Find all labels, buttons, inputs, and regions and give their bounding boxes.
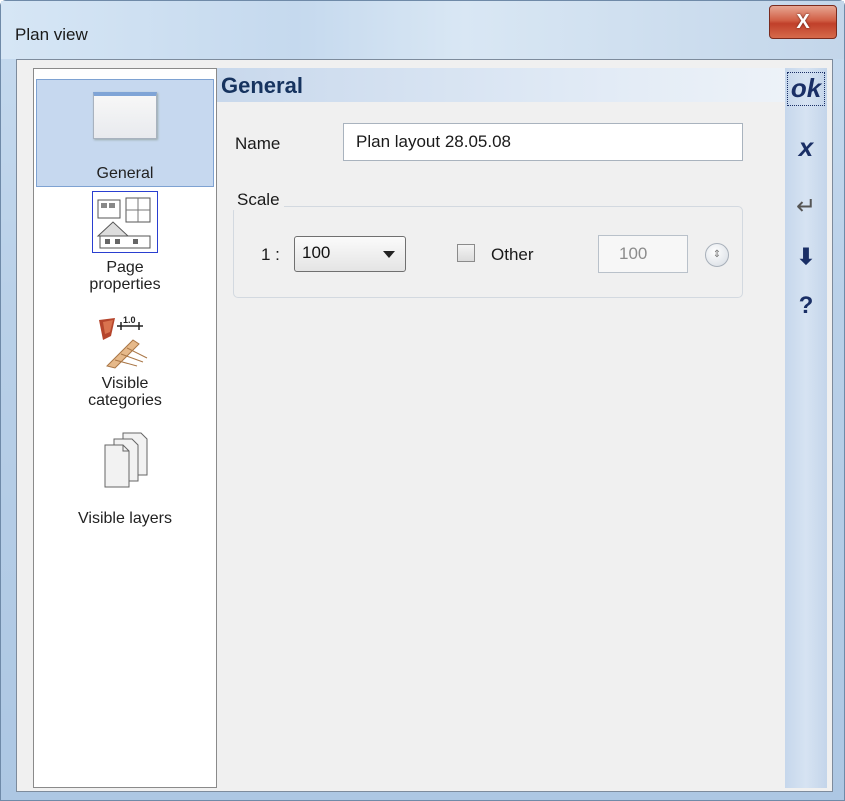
spinner-icon[interactable]: ⇕ (705, 243, 729, 267)
save-icon[interactable]: ⬇ (785, 244, 827, 270)
window-icon (93, 92, 157, 139)
general-panel: General Name Plan layout 28.05.08 Scale … (217, 68, 785, 788)
plan-view-dialog: Plan view X General Page properties 1.0 … (0, 0, 845, 801)
title-bar[interactable]: Plan view X (1, 1, 844, 59)
nav-item-label: Page properties (89, 259, 161, 293)
nav-item-visible-categories[interactable]: 1.0 Visible categories (36, 314, 214, 426)
dialog-client-area: General Page properties 1.0 Visible cate… (16, 59, 833, 792)
layers-icon (93, 431, 157, 496)
ok-button[interactable]: ok (787, 72, 825, 106)
other-label: Other (491, 245, 534, 264)
help-button[interactable]: ? (785, 292, 827, 320)
apply-button[interactable]: ↵ (785, 192, 827, 221)
category-nav: General Page properties 1.0 Visible cate… (33, 68, 217, 788)
section-header: General (217, 68, 785, 102)
scale-dropdown-value: 100 (302, 243, 331, 262)
name-label: Name (235, 134, 281, 153)
nav-item-label: Visible layers (78, 510, 172, 527)
section-title: General (221, 73, 303, 98)
nav-item-label: General (96, 165, 154, 182)
close-button[interactable]: X (769, 5, 837, 39)
action-toolbar: ok x ↵ ⬇ ? (785, 68, 827, 788)
name-input[interactable]: Plan layout 28.05.08 (343, 123, 743, 161)
nav-item-page-properties[interactable]: Page properties (36, 189, 214, 301)
categories-icon: 1.0 (93, 314, 157, 375)
window-title: Plan view (15, 25, 88, 44)
nav-item-general[interactable]: General (36, 79, 214, 187)
other-checkbox[interactable] (457, 244, 475, 262)
cancel-button[interactable]: x (785, 132, 827, 163)
scale-prefix-label: 1 : (261, 245, 280, 264)
page-properties-icon (92, 191, 158, 253)
svg-text:1.0: 1.0 (123, 315, 136, 325)
nav-item-label: Visible categories (88, 375, 162, 409)
scale-dropdown[interactable]: 100 (294, 236, 406, 272)
other-scale-input[interactable]: 100 (598, 235, 688, 273)
nav-item-visible-layers[interactable]: Visible layers (36, 431, 214, 551)
chevron-down-icon (383, 251, 395, 258)
scale-group-title: Scale (233, 190, 284, 210)
